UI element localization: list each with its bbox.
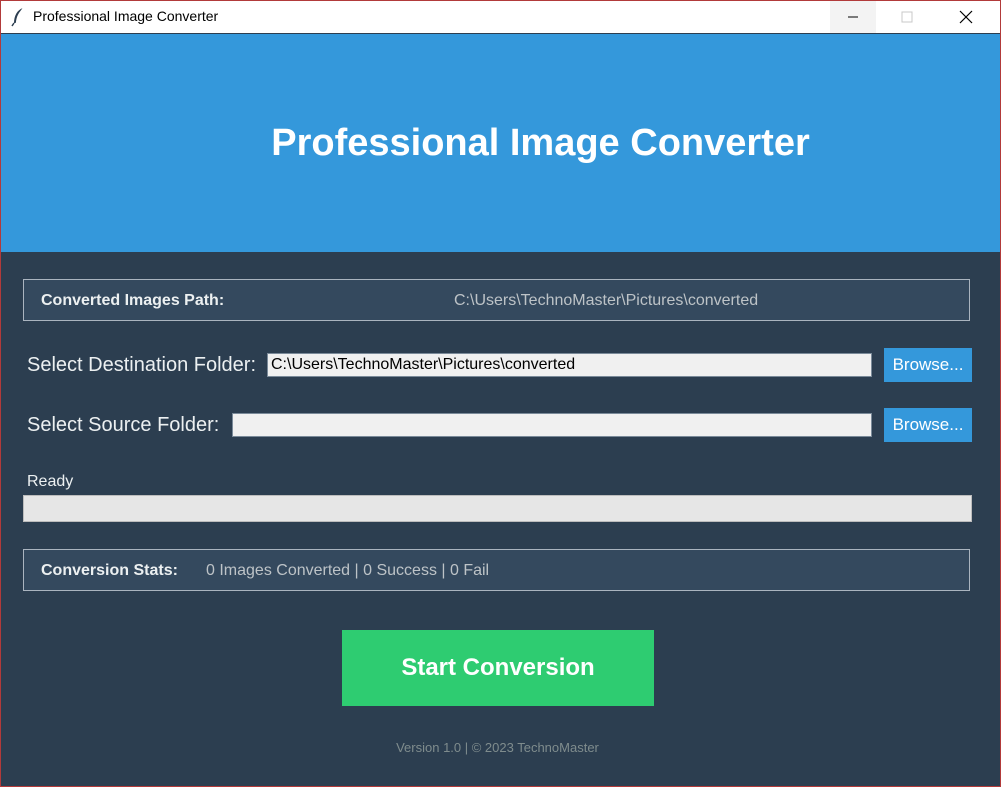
maximize-icon [901, 11, 913, 23]
conversion-stats-value: 0 Images Converted | 0 Success | 0 Fail [206, 562, 490, 579]
converted-path-panel: Converted Images Path: C:\Users\TechnoMa… [23, 279, 970, 321]
conversion-progress-bar [23, 495, 972, 522]
close-button[interactable] [943, 1, 989, 33]
converted-path-value: C:\Users\TechnoMaster\Pictures\converted [454, 292, 759, 309]
source-folder-label: Select Source Folder: [27, 414, 220, 436]
header-banner: Professional Image Converter [1, 34, 1000, 252]
minimize-button[interactable] [830, 1, 876, 33]
start-conversion-button[interactable]: Start Conversion [342, 630, 654, 706]
feather-icon [11, 7, 24, 27]
converted-path-label: Converted Images Path: [41, 292, 225, 309]
destination-browse-button[interactable]: Browse... [884, 348, 972, 382]
destination-folder-label: Select Destination Folder: [27, 354, 257, 376]
page-title: Professional Image Converter [271, 122, 810, 164]
source-browse-button[interactable]: Browse... [884, 408, 972, 442]
title-bar[interactable]: Professional Image Converter [1, 1, 1000, 33]
close-icon [959, 10, 973, 24]
maximize-button[interactable] [884, 1, 930, 33]
destination-folder-input[interactable] [267, 353, 872, 377]
version-footer: Version 1.0 | © 2023 TechnoMaster [396, 740, 599, 755]
source-folder-input[interactable] [232, 413, 872, 437]
window-title: Professional Image Converter [33, 8, 219, 24]
status-text: Ready [27, 473, 74, 490]
conversion-stats-label: Conversion Stats: [41, 562, 178, 579]
minimize-icon [848, 16, 858, 18]
app-window: Professional Image Converter Professiona… [0, 0, 1001, 787]
conversion-stats-panel: Conversion Stats: 0 Images Converted | 0… [23, 549, 970, 591]
